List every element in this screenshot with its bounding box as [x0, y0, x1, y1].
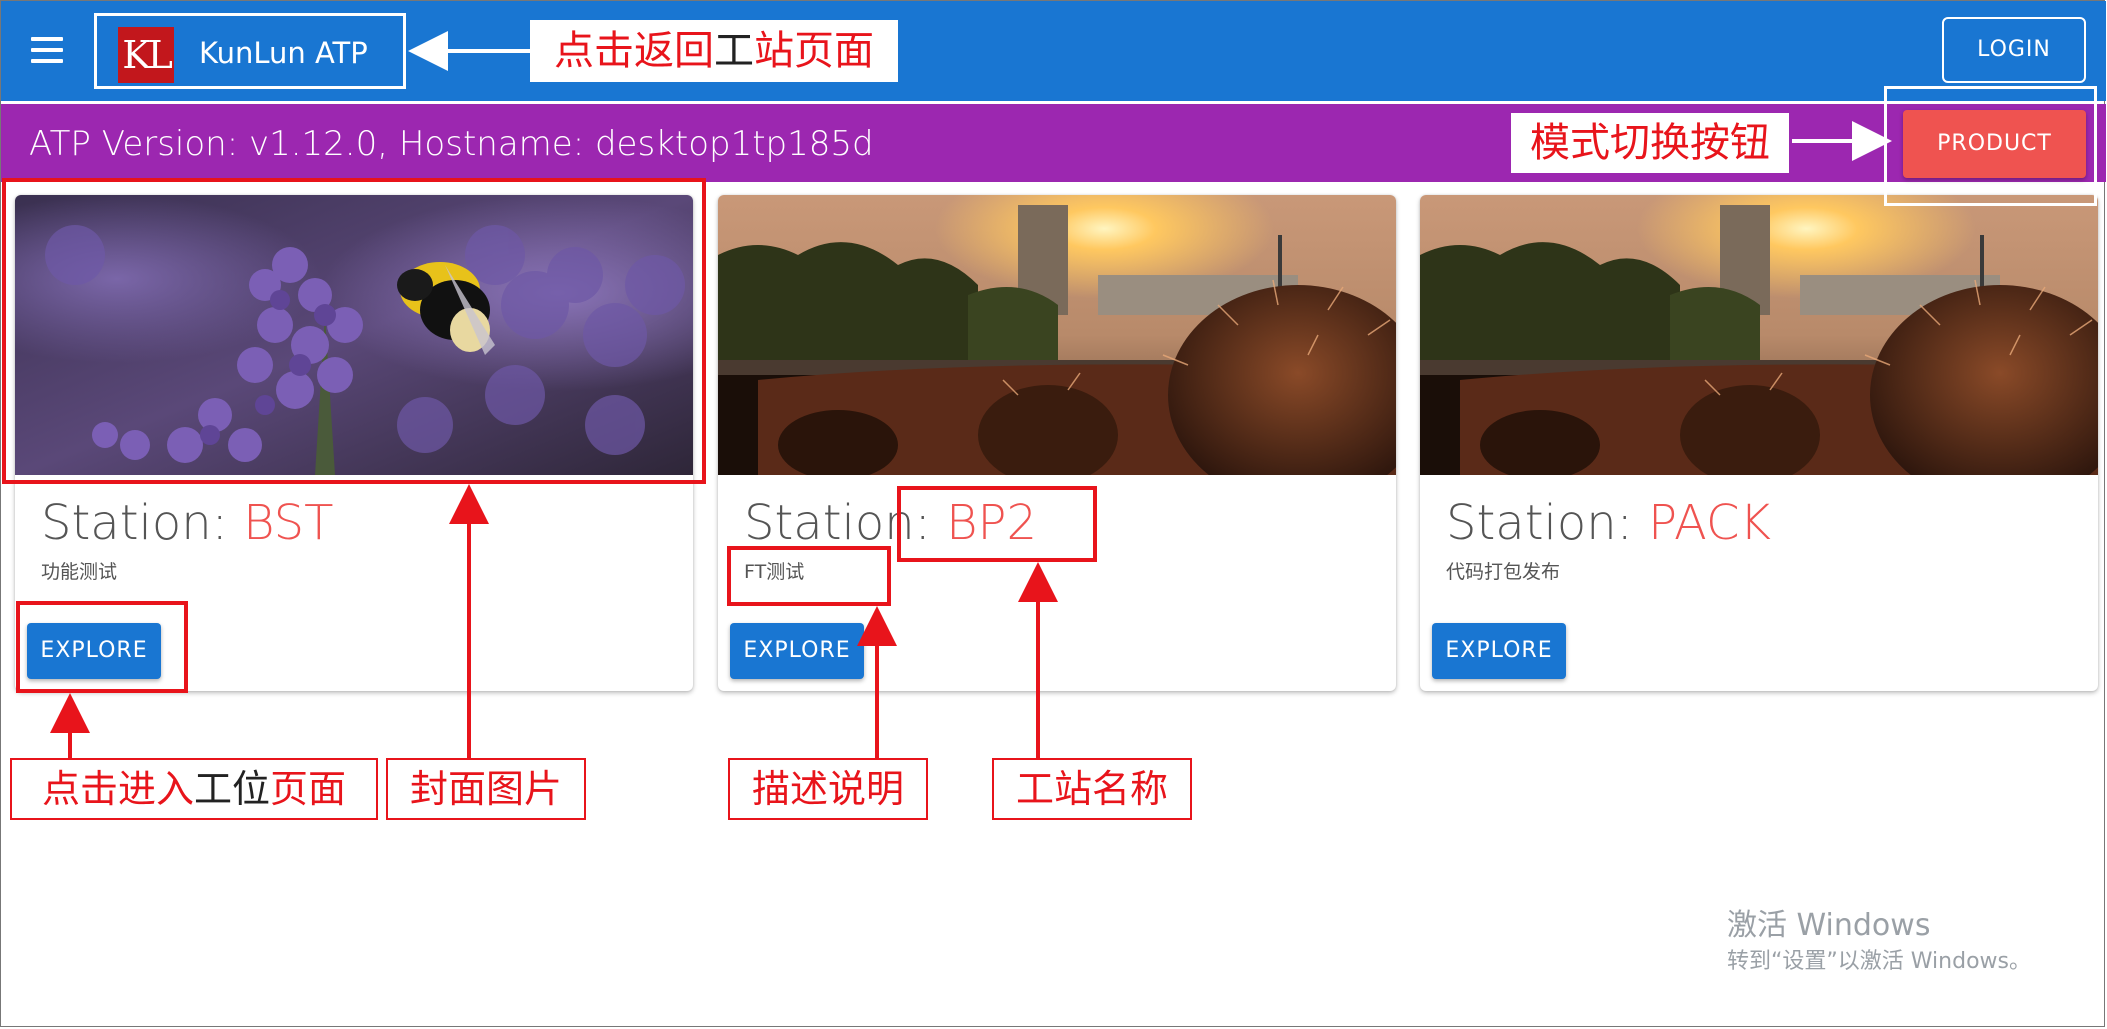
- top-app-bar: KL KunLun ATP LOGIN: [1, 1, 2106, 101]
- cover-image-cactus-sunset: [1420, 195, 2098, 475]
- callout-enter-part1: 点击进入: [41, 767, 194, 811]
- station-name-highlight: [897, 486, 1097, 562]
- station-label: Station:: [1446, 495, 1649, 551]
- station-description: 代码打包发布: [1446, 561, 1561, 583]
- cover-image-highlight: [2, 178, 706, 484]
- station-description: 功能测试: [41, 561, 118, 583]
- home-link[interactable]: KL KunLun ATP: [94, 13, 406, 89]
- callout-home-part2: 工: [714, 28, 754, 74]
- kunlun-logo: KL: [118, 27, 174, 83]
- explore-highlight: [16, 601, 188, 693]
- app-title: KunLun ATP: [199, 36, 368, 70]
- version-info: ATP Version: v1.12.0, Hostname: desktop1…: [29, 124, 874, 164]
- callout-description: 描述说明: [728, 758, 928, 820]
- callout-enter-station: 点击进入工位页面: [10, 758, 378, 820]
- callout-enter-part3: 页面: [270, 767, 347, 811]
- station-label: Station:: [41, 495, 244, 551]
- callout-mode-switch: 模式切换按钮: [1511, 113, 1789, 173]
- callout-home-part4: 页面: [794, 28, 874, 74]
- windows-activation-title: 激活 Windows: [1727, 908, 1931, 943]
- callout-enter-part2: 工位: [193, 767, 270, 811]
- station-card: Station: BP2 FT测试 EXPLORE: [718, 195, 1396, 691]
- callout-cover-image: 封面图片: [386, 758, 586, 820]
- station-title: Station: PACK: [1446, 495, 1771, 551]
- cover-image-cactus-sunset: [718, 195, 1396, 475]
- callout-home-link: 点击返回工站页面: [530, 20, 898, 82]
- mode-button-highlight: [1884, 86, 2097, 206]
- explore-button[interactable]: EXPLORE: [730, 623, 864, 679]
- station-name: PACK: [1648, 495, 1771, 551]
- callout-home-part1: 点击返回: [554, 28, 714, 74]
- station-name: BST: [243, 495, 334, 551]
- menu-icon[interactable]: [31, 37, 65, 63]
- callout-station-name: 工站名称: [992, 758, 1192, 820]
- windows-activation-hint: 转到“设置”以激活 Windows。: [1727, 949, 2031, 974]
- description-highlight: [727, 546, 891, 606]
- explore-button[interactable]: EXPLORE: [1432, 623, 1566, 679]
- version-bar: ATP Version: v1.12.0, Hostname: desktop1…: [1, 104, 2106, 182]
- login-button[interactable]: LOGIN: [1942, 17, 2086, 83]
- station-card: Station: PACK 代码打包发布 EXPLORE: [1420, 195, 2098, 691]
- callout-home-part3: 站: [754, 28, 794, 74]
- station-title: Station: BST: [41, 495, 333, 551]
